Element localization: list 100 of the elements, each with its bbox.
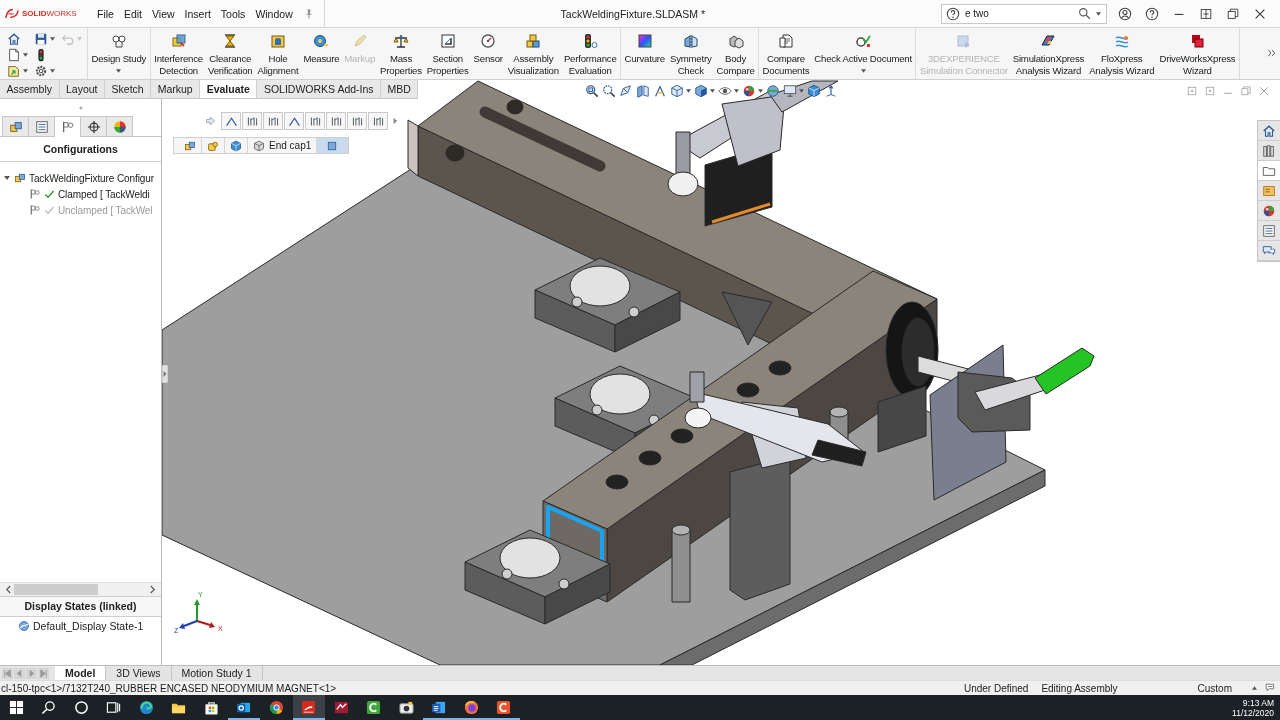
panel-tab[interactable]: [80, 116, 107, 136]
magnifier-icon[interactable]: [585, 84, 599, 98]
shaded-cube-icon[interactable]: [694, 84, 708, 98]
menu-item[interactable]: File: [97, 7, 114, 20]
restore-icon[interactable]: [1226, 6, 1240, 21]
ribbon-tab[interactable]: Layout: [59, 80, 106, 98]
block-with-hole-icon: [269, 33, 286, 49]
axis-icon[interactable]: [824, 84, 838, 98]
search-icon[interactable]: [1078, 7, 1091, 20]
globe-icon[interactable]: [766, 84, 780, 98]
caret-icon[interactable]: [799, 89, 804, 93]
ribbon-button[interactable]: Measure: [300, 28, 342, 79]
solid-cube-icon[interactable]: [807, 84, 821, 98]
ribbon-button[interactable]: Compare Documents: [760, 28, 812, 79]
caret-icon[interactable]: [686, 89, 691, 93]
task-pane-tab[interactable]: [1258, 161, 1280, 181]
horizontal-scrollbar[interactable]: [0, 582, 161, 596]
taskbar-app[interactable]: [292, 695, 325, 720]
eye-icon[interactable]: [718, 84, 732, 98]
save-icon[interactable]: [34, 32, 48, 46]
ribbon-button[interactable]: DriveWorksXpress Wizard: [1156, 28, 1238, 79]
filter-button[interactable]: [305, 112, 325, 130]
more-chevron-icon[interactable]: [1267, 48, 1276, 58]
collapse-arrow-icon[interactable]: [162, 365, 168, 383]
ribbon-button[interactable]: Section Properties: [424, 28, 472, 79]
diamond-icon[interactable]: [619, 84, 633, 98]
home-icon[interactable]: [7, 32, 21, 46]
ribbon-tab[interactable]: Assembly: [0, 80, 60, 98]
ribbon-button[interactable]: Body Compare: [714, 28, 758, 79]
breadcrumb-item[interactable]: [317, 138, 349, 153]
ribbon-button[interactable]: Performance Evaluation: [561, 28, 620, 79]
hole: [605, 474, 629, 490]
ribbon-button[interactable]: Assembly Visualization: [505, 28, 562, 79]
home-icon: [1262, 123, 1276, 138]
help-icon[interactable]: [1145, 6, 1159, 21]
color-sphere-icon[interactable]: [742, 84, 756, 98]
menu-item[interactable]: Insert: [184, 7, 211, 20]
caret-icon[interactable]: [1252, 686, 1257, 690]
caret-icon[interactable]: [710, 89, 715, 93]
segmented-circle-icon: [268, 700, 284, 715]
menu-item[interactable]: Edit: [123, 7, 142, 20]
ribbon-tab[interactable]: Evaluate: [200, 80, 258, 98]
ribbon-button[interactable]: Symmetry Check: [667, 28, 714, 79]
hole: [506, 99, 524, 115]
panel-tab[interactable]: [2, 116, 29, 136]
ribbon-button[interactable]: Mass Properties: [377, 28, 425, 79]
speech-bubble-icon[interactable]: [1265, 682, 1277, 694]
monitor-icon[interactable]: [783, 84, 797, 98]
file-arrow-icon[interactable]: [7, 64, 21, 78]
grip-dot-icon[interactable]: [78, 105, 83, 110]
menu-item[interactable]: Window: [255, 7, 293, 20]
ribbon-button[interactable]: Check Active Document: [811, 28, 915, 79]
tree-item[interactable]: Clamped [ TackWeldi: [58, 188, 150, 200]
ribbon-button[interactable]: Hole Alignment: [255, 28, 301, 79]
caret-icon[interactable]: [50, 69, 55, 73]
ribbon-button[interactable]: Curvature: [622, 28, 668, 79]
menu-item[interactable]: Tools: [220, 7, 246, 20]
split-panels-icon[interactable]: [636, 84, 650, 98]
units-selector[interactable]: Custom: [1197, 682, 1232, 694]
ribbon-tab[interactable]: Sketch: [105, 80, 152, 98]
caret-icon[interactable]: [1096, 11, 1101, 16]
chevron-right-icon[interactable]: [149, 585, 156, 594]
tree-item[interactable]: TackWeldingFixture Configur: [29, 172, 154, 184]
chevron-left-icon[interactable]: [5, 585, 12, 594]
ribbon-button[interactable]: SimulationXpress Analysis Wizard: [1010, 28, 1087, 79]
filter-button[interactable]: [221, 112, 241, 130]
cube-icon[interactable]: [670, 84, 684, 98]
zoom-area-icon[interactable]: [602, 84, 616, 98]
tree-item[interactable]: Default_Display State-1: [33, 620, 144, 632]
expand-arrow-icon[interactable]: [392, 117, 398, 125]
ribbon-tab[interactable]: SOLIDWORKS Add-Ins: [257, 80, 382, 98]
panel-tab[interactable]: [106, 116, 133, 136]
ribbon-button[interactable]: Clearance Verification: [205, 28, 255, 79]
ribbon-button[interactable]: Sensor: [471, 28, 506, 79]
filter-button[interactable]: [347, 112, 367, 130]
user-icon[interactable]: [1118, 6, 1132, 21]
caret-icon[interactable]: [50, 37, 55, 41]
filter-button[interactable]: [242, 112, 262, 130]
ribbon-button[interactable]: Interference Detection: [151, 28, 206, 79]
expand-caret-icon[interactable]: [3, 174, 11, 182]
caret-icon[interactable]: [23, 53, 28, 57]
caret-icon[interactable]: [23, 69, 28, 73]
filter-button[interactable]: [368, 112, 388, 130]
search-field[interactable]: e two: [941, 3, 1107, 24]
ribbon-button[interactable]: FloXpress Analysis Wizard: [1086, 28, 1157, 79]
filter-button[interactable]: [284, 112, 304, 130]
color-wheel-icon: [112, 119, 127, 134]
scrollbar-thumb[interactable]: [14, 584, 98, 595]
document-tab[interactable]: Model: [55, 666, 107, 680]
menu-item[interactable]: View: [152, 7, 175, 20]
settings-icon[interactable]: [34, 64, 48, 78]
new-document-icon[interactable]: [7, 48, 21, 62]
panel-tab[interactable]: [54, 116, 81, 137]
help-icon[interactable]: [946, 6, 960, 21]
triangle-line-icon[interactable]: [653, 84, 667, 98]
filter-button[interactable]: [263, 112, 283, 130]
panel-tab[interactable]: [28, 116, 55, 136]
filter-button[interactable]: [326, 112, 346, 130]
ribbon-button[interactable]: Design Study: [89, 28, 149, 79]
square-plus-icon[interactable]: [1199, 6, 1213, 21]
